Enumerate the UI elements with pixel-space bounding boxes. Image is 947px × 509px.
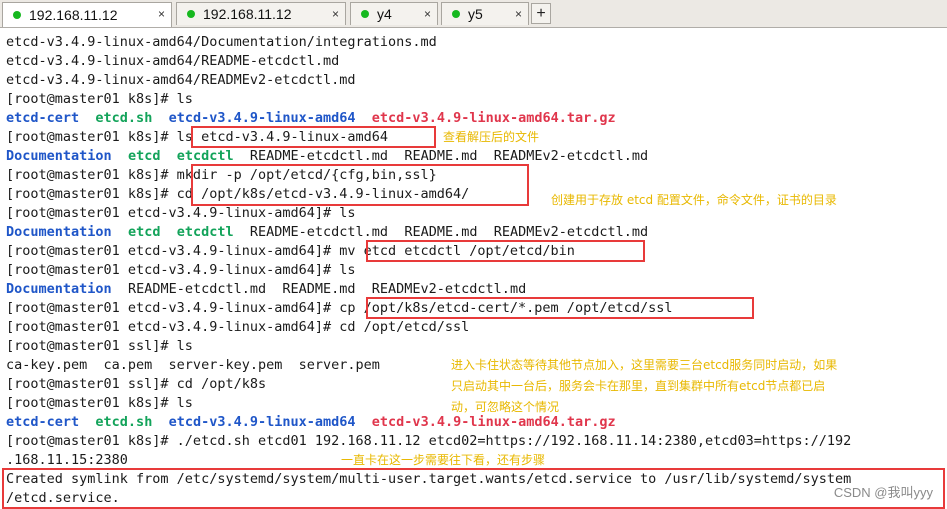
terminal-line: [root@master01 etcd-v3.4.9-linux-amd64]#… — [6, 319, 470, 335]
connected-dot-icon — [13, 11, 21, 19]
terminal-line: etcd-v3.4.9-linux-amd64/READMEv2-etcdctl… — [6, 72, 356, 88]
dir-name: Documentation — [6, 281, 112, 297]
archive-name: etcd-v3.4.9-linux-amd64.tar.gz — [371, 110, 616, 126]
exec-name: etcdctl — [176, 148, 234, 164]
dir-name: Documentation — [6, 148, 112, 164]
annotation-keep-going: 一直卡在这一步需要往下看，还有步骤 — [341, 453, 546, 467]
terminal-line: [root@master01 k8s]# ls — [6, 395, 193, 411]
file-names: README-etcdctl.md README.md READMEv2-etc… — [249, 148, 649, 164]
annotation-stuck-1: 进入卡住状态等待其他节点加入，这里需要三台etcd服务同时启动，如果 — [451, 358, 838, 372]
tab-session-2[interactable]: 192.168.11.12 × — [176, 2, 346, 25]
exec-name: etcd — [127, 224, 161, 240]
tab-session-y5[interactable]: y5 × — [441, 2, 529, 25]
tab-label: 192.168.11.12 — [29, 7, 118, 23]
annotation-create-dirs: 创建用于存放 etcd 配置文件，命令文件，证书的目录 — [551, 193, 837, 207]
exec-name: etcd — [127, 148, 161, 164]
terminal-line: [root@master01 ssl]# ls — [6, 338, 193, 354]
close-icon[interactable]: × — [515, 7, 522, 21]
tab-label: y5 — [468, 6, 483, 22]
highlight-box — [366, 240, 645, 262]
new-tab-button[interactable]: + — [531, 3, 551, 24]
terminal-line: [root@master01 etcd-v3.4.9-linux-amd64]#… — [6, 205, 356, 221]
annotation-stuck-3: 动，可忽略这个情况 — [451, 400, 560, 414]
exec-name: etcd.sh — [95, 110, 153, 126]
highlight-box — [366, 297, 754, 319]
watermark: CSDN @我叫yyy — [833, 485, 933, 500]
annotation-stuck-2: 只启动其中一台后，服务会卡在那里，直到集群中所有etcd节点都已启 — [451, 379, 826, 393]
tab-session-1[interactable]: 192.168.11.12 × — [2, 2, 172, 27]
terminal-line: etcd-v3.4.9-linux-amd64/Documentation/in… — [6, 34, 437, 50]
highlight-box — [191, 126, 436, 148]
tab-session-y4[interactable]: y4 × — [350, 2, 438, 25]
exec-name: etcd.sh — [95, 414, 153, 430]
terminal-line: etcd-v3.4.9-linux-amd64/README-etcdctl.m… — [6, 53, 340, 69]
terminal-line: [root@master01 etcd-v3.4.9-linux-amd64]#… — [6, 262, 356, 278]
file-names: README-etcdctl.md README.md READMEv2-etc… — [249, 224, 649, 240]
dir-name: Documentation — [6, 224, 112, 240]
terminal-line: [root@master01 ssl]# cd /opt/k8s — [6, 376, 267, 392]
file-names: README-etcdctl.md README.md READMEv2-etc… — [127, 281, 527, 297]
tab-label: 192.168.11.12 — [203, 6, 292, 22]
annotation-view-extracted: 查看解压后的文件 — [443, 130, 540, 144]
close-icon[interactable]: × — [158, 7, 165, 21]
highlight-box — [191, 164, 529, 206]
plus-icon: + — [536, 4, 546, 22]
terminal-output[interactable]: etcd-v3.4.9-linux-amd64/Documentation/in… — [0, 28, 947, 509]
connected-dot-icon — [361, 10, 369, 18]
dir-name: etcd-v3.4.9-linux-amd64 — [168, 414, 356, 430]
connected-dot-icon — [187, 10, 195, 18]
dir-name: etcd-v3.4.9-linux-amd64 — [168, 110, 356, 126]
close-icon[interactable]: × — [424, 7, 431, 21]
tab-bar: 192.168.11.12 × 192.168.11.12 × y4 × y5 … — [0, 0, 947, 28]
connected-dot-icon — [452, 10, 460, 18]
close-icon[interactable]: × — [332, 7, 339, 21]
terminal-line: ca-key.pem ca.pem server-key.pem server.… — [6, 357, 380, 373]
dir-name: etcd-cert — [6, 110, 80, 126]
exec-name: etcdctl — [176, 224, 234, 240]
dir-name: etcd-cert — [6, 414, 80, 430]
tab-label: y4 — [377, 6, 392, 22]
terminal-line: [root@master01 k8s]# ls — [6, 91, 193, 107]
highlight-box — [2, 468, 945, 509]
